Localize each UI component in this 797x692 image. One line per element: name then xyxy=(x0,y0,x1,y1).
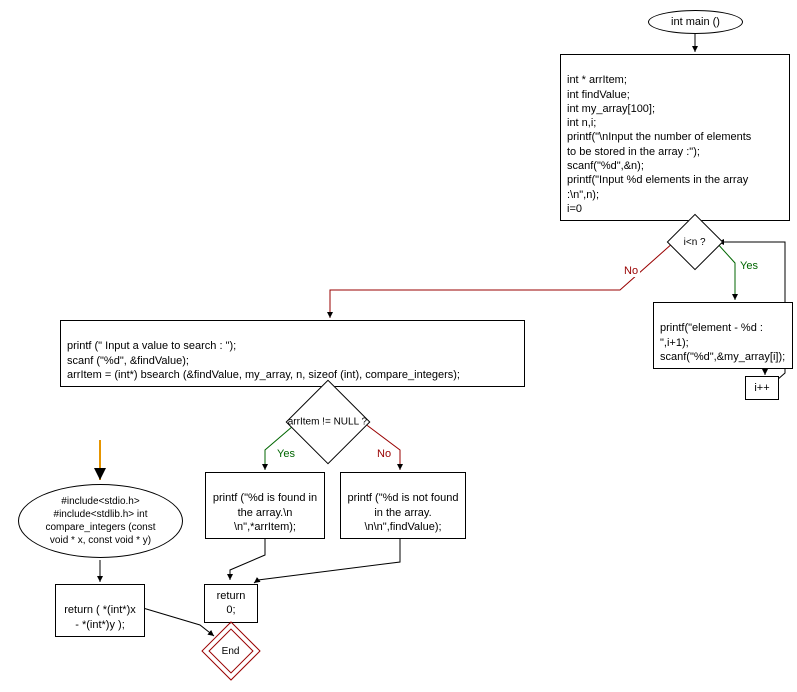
start-label: int main () xyxy=(671,15,720,29)
found-text: printf ("%d is found in the array.\n \n"… xyxy=(213,492,317,533)
init-text: int * arrItem; int findValue; int my_arr… xyxy=(567,74,751,215)
search-text: printf (" Input a value to search : "); … xyxy=(67,340,460,381)
include-node: #include<stdio.h> #include<stdlib.h> int… xyxy=(18,484,183,558)
return0: return 0; xyxy=(204,584,258,623)
include-text: #include<stdio.h> #include<stdlib.h> int… xyxy=(45,495,155,547)
cmpret-text: return ( *(int*)x - *(int*)y ); xyxy=(64,604,136,630)
loop-body: printf("element - %d : ",i+1); scanf("%d… xyxy=(653,302,793,369)
search-block: printf (" Input a value to search : "); … xyxy=(60,320,525,387)
null-no-label: No xyxy=(375,448,393,460)
found-block: printf ("%d is found in the array.\n \n"… xyxy=(205,472,325,539)
compare-return: return ( *(int*)x - *(int*)y ); xyxy=(55,584,145,637)
loop-body-text: printf("element - %d : ",i+1); scanf("%d… xyxy=(660,322,785,363)
end-text: End xyxy=(222,645,240,656)
incr-text: i++ xyxy=(754,382,769,394)
start-node: int main () xyxy=(648,10,743,34)
null-cond-text: arrItem != NULL ? xyxy=(288,416,367,429)
loop-yes-label: Yes xyxy=(738,260,760,272)
loop-no-label: No xyxy=(622,265,640,277)
null-yes-label: Yes xyxy=(275,448,297,460)
notfound-text: printf ("%d is not found in the array. \… xyxy=(348,492,459,533)
init-block: int * arrItem; int findValue; int my_arr… xyxy=(560,54,790,221)
return0-text: return 0; xyxy=(217,590,246,616)
increment: i++ xyxy=(745,376,779,400)
notfound-block: printf ("%d is not found in the array. \… xyxy=(340,472,466,539)
loop-cond-text: i<n ? xyxy=(684,236,706,249)
